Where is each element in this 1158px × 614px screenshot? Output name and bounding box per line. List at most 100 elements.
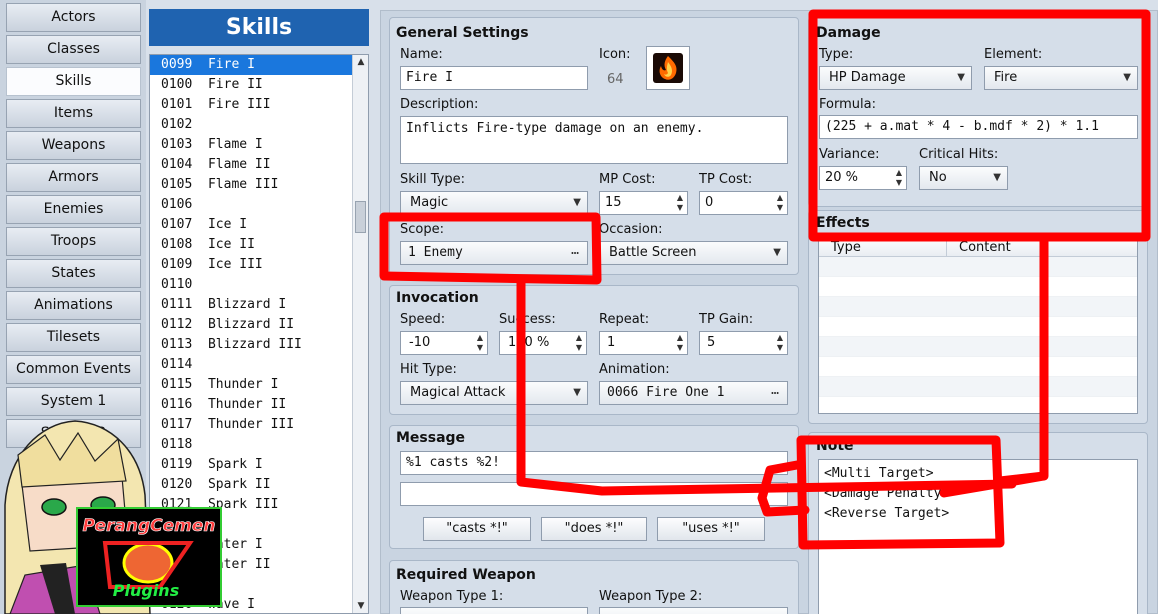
skill-list-item[interactable]: 0109 Ice III — [150, 255, 368, 275]
skill-list-item[interactable]: 0117 Thunder III — [150, 415, 368, 435]
category-tab-system-1[interactable]: System 1 — [6, 387, 141, 416]
effects-column-type[interactable]: Type — [819, 239, 947, 256]
variance-spinner[interactable]: 20 % ▲ ▼ — [819, 166, 907, 190]
spin-arrows-icon[interactable]: ▲ ▼ — [675, 333, 685, 353]
category-tab-items[interactable]: Items — [6, 99, 141, 128]
occasion-label: Occasion: — [599, 222, 663, 237]
skill-list-item[interactable]: 0099 Fire I — [150, 55, 368, 75]
speed-spinner[interactable]: -10 ▲ ▼ — [400, 331, 488, 355]
effects-column-content[interactable]: Content — [947, 239, 1137, 256]
skill-list-item[interactable]: 0126 Wave I — [150, 595, 368, 613]
skill-list-item[interactable]: 0102 — [150, 115, 368, 135]
category-tab-animations[interactable]: Animations — [6, 291, 141, 320]
spin-arrows-icon[interactable]: ▲ ▼ — [894, 168, 904, 188]
mp-cost-spinner[interactable]: 15 ▲ ▼ — [599, 191, 688, 215]
skill-list-item[interactable]: 0121 Spark III — [150, 495, 368, 515]
name-label: Name: — [400, 47, 443, 62]
scroll-down-icon[interactable]: ▼ — [355, 601, 367, 611]
category-tab-system-2[interactable]: System 2 — [6, 419, 141, 448]
tp-cost-spinner[interactable]: 0 ▲ ▼ — [699, 191, 788, 215]
category-tab-weapons[interactable]: Weapons — [6, 131, 141, 160]
skill-list-item[interactable]: 0104 Flame II — [150, 155, 368, 175]
spin-arrows-icon[interactable]: ▲ ▼ — [775, 193, 785, 213]
skill-list-item[interactable]: 0115 Thunder I — [150, 375, 368, 395]
skill-list-item[interactable]: 0112 Blizzard II — [150, 315, 368, 335]
weapon-type-2-select[interactable] — [599, 607, 788, 614]
skill-list-item[interactable]: 0105 Flame III — [150, 175, 368, 195]
category-tab-troops[interactable]: Troops — [6, 227, 141, 256]
uses-button[interactable]: "uses *!" — [657, 517, 765, 541]
message-line-2[interactable] — [400, 482, 788, 506]
effects-table[interactable]: Type Content — [818, 238, 1138, 414]
skill-list-item[interactable]: 0106 — [150, 195, 368, 215]
effects-row[interactable] — [819, 357, 1137, 377]
element-select[interactable]: Fire ▼ — [984, 66, 1138, 90]
skill-list-item[interactable]: 0110 — [150, 275, 368, 295]
scope-select[interactable]: 1 Enemy… — [400, 241, 588, 265]
category-tab-tilesets[interactable]: Tilesets — [6, 323, 141, 352]
repeat-spinner[interactable]: 1 ▲ ▼ — [599, 331, 688, 355]
skill-list-item[interactable]: 0103 Flame I — [150, 135, 368, 155]
casts-button[interactable]: "casts *!" — [423, 517, 531, 541]
skills-list-scrollbar[interactable]: ▲ ▼ — [352, 55, 368, 613]
spin-arrows-icon[interactable]: ▲ ▼ — [574, 333, 584, 353]
category-tab-enemies[interactable]: Enemies — [6, 195, 141, 224]
scroll-up-icon[interactable]: ▲ — [355, 57, 367, 67]
does-button[interactable]: "does *!" — [541, 517, 647, 541]
skill-list-item[interactable]: 0125 — [150, 575, 368, 595]
message-line-1[interactable]: %1 casts %2! — [400, 451, 788, 475]
critical-hits-select[interactable]: No ▼ — [919, 166, 1008, 190]
skill-list-item[interactable]: 0123 Water I — [150, 535, 368, 555]
skill-list-item[interactable]: 0101 Fire III — [150, 95, 368, 115]
effects-row[interactable] — [819, 297, 1137, 317]
category-tab-common-events[interactable]: Common Events — [6, 355, 141, 384]
success-value: 100 % — [508, 335, 550, 350]
scroll-thumb[interactable] — [355, 201, 366, 233]
spin-arrows-icon[interactable]: ▲ ▼ — [475, 333, 485, 353]
skills-list[interactable]: 0099 Fire I 0100 Fire II 0101 Fire III 0102… — [149, 54, 369, 614]
effects-row[interactable] — [819, 377, 1137, 397]
skill-list-item[interactable]: 0116 Thunder II — [150, 395, 368, 415]
category-tab-states[interactable]: States — [6, 259, 141, 288]
effects-row[interactable] — [819, 337, 1137, 357]
spin-arrows-icon[interactable]: ▲ ▼ — [775, 333, 785, 353]
effects-row[interactable] — [819, 257, 1137, 277]
name-field[interactable]: Fire I — [400, 66, 588, 90]
skill-list-item[interactable]: 0119 Spark I — [150, 455, 368, 475]
skill-list-item[interactable]: 0122 — [150, 515, 368, 535]
skill-type-value: Magic — [410, 195, 449, 210]
effects-rows — [819, 257, 1137, 413]
description-field[interactable]: Inflicts Fire-type damage on an enemy. — [400, 116, 788, 164]
damage-type-select[interactable]: HP Damage ▼ — [819, 66, 972, 90]
skill-list-item[interactable]: 0100 Fire II — [150, 75, 368, 95]
skill-list-item[interactable]: 0118 — [150, 435, 368, 455]
weapon-type-1-select[interactable] — [400, 607, 588, 614]
skill-list-item[interactable]: 0113 Blizzard III — [150, 335, 368, 355]
effects-row[interactable] — [819, 277, 1137, 297]
category-tab-actors[interactable]: Actors — [6, 3, 141, 32]
skill-type-select[interactable]: Magic ▼ — [400, 191, 588, 215]
category-tab-skills[interactable]: Skills — [6, 67, 141, 96]
success-spinner[interactable]: 100 % ▲ ▼ — [499, 331, 587, 355]
spin-arrows-icon[interactable]: ▲ ▼ — [675, 193, 685, 213]
animation-select[interactable]: 0066 Fire One 1… — [599, 381, 788, 405]
skill-list-item[interactable]: 0124 Water II — [150, 555, 368, 575]
skill-list-item[interactable]: 0120 Spark II — [150, 475, 368, 495]
message-title: Message — [396, 430, 466, 446]
scope-value: 1 Enemy — [408, 245, 463, 260]
effects-row[interactable] — [819, 317, 1137, 337]
skill-list-item[interactable]: 0111 Blizzard I — [150, 295, 368, 315]
hit-type-select[interactable]: Magical Attack ▼ — [400, 381, 588, 405]
effects-row[interactable] — [819, 397, 1137, 413]
category-tab-armors[interactable]: Armors — [6, 163, 141, 192]
note-field[interactable]: <Multi Target> <Damage Penalty> <Reverse… — [818, 459, 1138, 614]
occasion-select[interactable]: Battle Screen ▼ — [599, 241, 788, 265]
skill-list-item[interactable]: 0107 Ice I — [150, 215, 368, 235]
fire-icon[interactable] — [646, 46, 690, 90]
formula-field[interactable]: (225 + a.mat * 4 - b.mdf * 2) * 1.1 — [819, 115, 1138, 139]
critical-hits-value: No — [929, 170, 947, 185]
skill-list-item[interactable]: 0114 — [150, 355, 368, 375]
category-tab-classes[interactable]: Classes — [6, 35, 141, 64]
tp-gain-spinner[interactable]: 5 ▲ ▼ — [699, 331, 788, 355]
skill-list-item[interactable]: 0108 Ice II — [150, 235, 368, 255]
